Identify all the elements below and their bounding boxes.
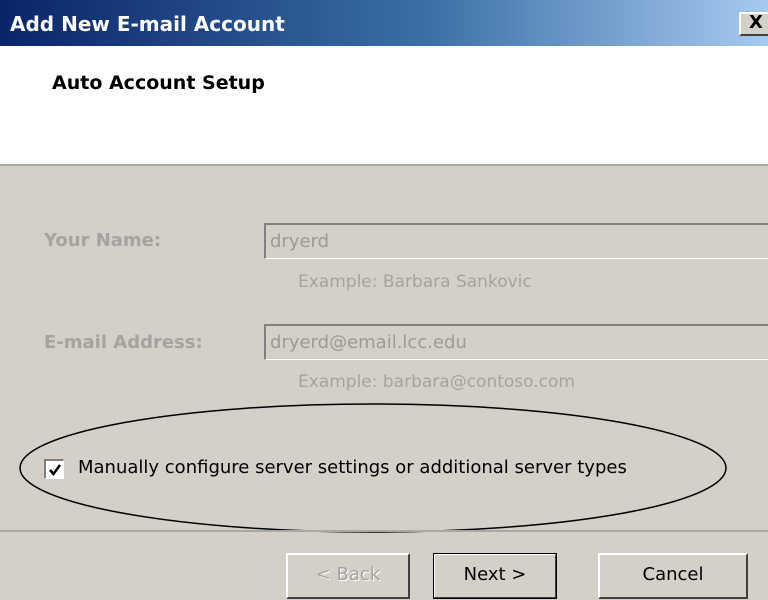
- page-heading: Auto Account Setup: [52, 72, 265, 94]
- your-name-example: Example: Barbara Sankovic: [298, 272, 532, 292]
- your-name-label: Your Name:: [44, 230, 162, 251]
- close-icon: X: [749, 12, 763, 33]
- header-panel: Auto Account Setup: [0, 46, 768, 166]
- close-button[interactable]: X: [739, 12, 768, 36]
- footer-divider: [0, 530, 768, 532]
- manual-config-label[interactable]: Manually configure server settings or ad…: [78, 457, 627, 478]
- email-address-example: Example: barbara@contoso.com: [298, 372, 575, 392]
- your-name-field[interactable]: dryerd: [264, 223, 768, 259]
- email-address-label: E-mail Address:: [44, 332, 203, 353]
- manual-config-checkbox[interactable]: [44, 459, 64, 479]
- window-title: Add New E-mail Account: [10, 12, 285, 36]
- cancel-button[interactable]: Cancel: [598, 553, 748, 599]
- back-button[interactable]: < Back: [286, 553, 410, 599]
- email-address-field[interactable]: dryerd@email.lcc.edu: [264, 324, 768, 360]
- next-button[interactable]: Next >: [433, 553, 557, 599]
- checkmark-icon: [49, 464, 62, 477]
- title-bar: Add New E-mail Account X: [0, 0, 768, 46]
